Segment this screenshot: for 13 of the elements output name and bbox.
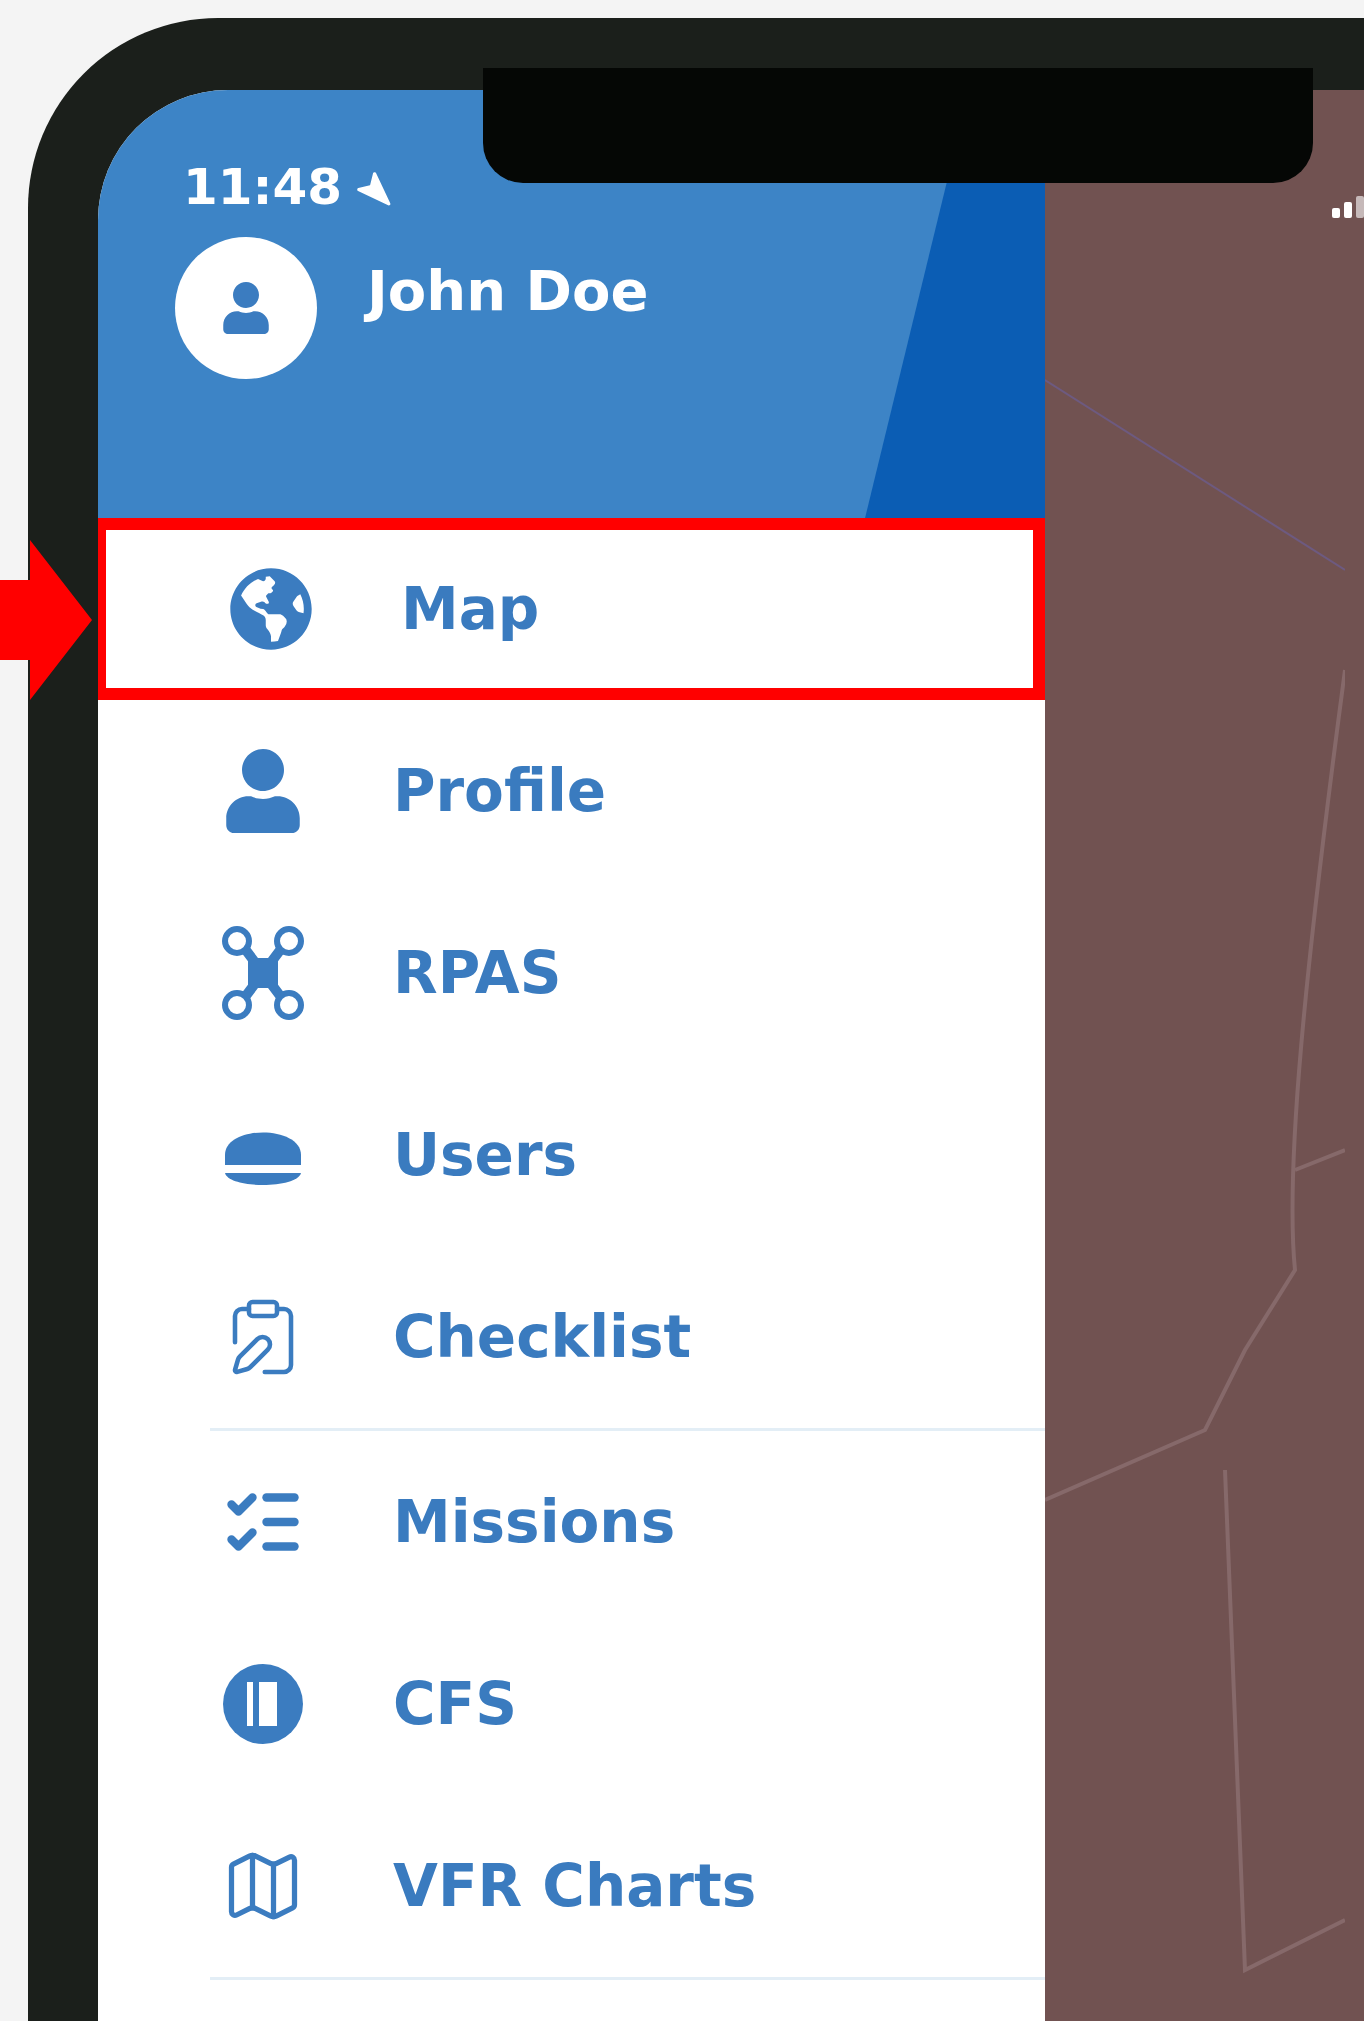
menu-item[interactable]: Map [98,518,1045,700]
menu-item[interactable]: Profile [98,700,1045,882]
status-time: 11:48 [183,157,343,218]
menu-item[interactable]: Users [98,1064,1045,1246]
menu-item[interactable]: Missions [98,1431,1045,1613]
menu-item[interactable]: CFS [98,1613,1045,1795]
menu-item[interactable]: RPAS [98,882,1045,1064]
avatar-silhouette-icon [220,282,272,334]
menu-item[interactable]: VFR Charts [98,1795,1045,1977]
drone-icon [221,923,305,1023]
book-icon [221,1662,305,1746]
globe-icon [229,567,313,651]
menu-item[interactable]: Checklist [98,1246,1045,1428]
